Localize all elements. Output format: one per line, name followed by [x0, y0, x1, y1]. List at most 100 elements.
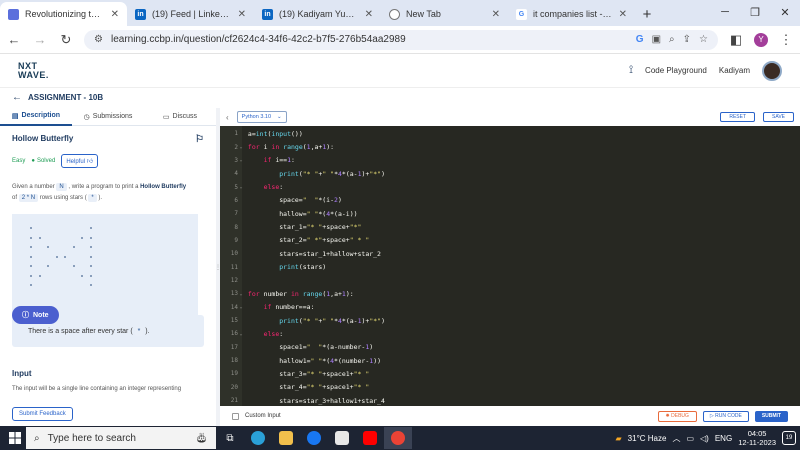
pattern-star [38, 274, 41, 277]
side-panel-icon[interactable]: ◧ [728, 32, 744, 48]
code-line[interactable]: 9 star_2=" *"+space+" * " [220, 234, 800, 247]
line-number: 19 [230, 370, 238, 378]
code-line[interactable]: 10 stars=star_1+hallow+star_2 [220, 247, 800, 260]
edge-icon[interactable] [244, 427, 272, 449]
code-line[interactable]: 2 ⌄ for i in range(1,a+1): [220, 140, 800, 153]
code-text: space=" "*(i-2) [244, 196, 342, 205]
language-select[interactable]: Python 3.10 ⌄ [236, 111, 287, 123]
browser-tab-ccbp[interactable]: Revolutionizing the Job M ✕ [0, 2, 127, 26]
code-line[interactable]: 18 hallow1=" "*(4*(number-1)) [220, 354, 800, 367]
code-line[interactable]: 20 star_4="* "+space1+"* " [220, 381, 800, 394]
search-highlight-icon: 🎂︎ [195, 432, 208, 444]
windows-start-icon[interactable] [4, 427, 26, 449]
menu-kebab-icon[interactable]: ⋮ [778, 32, 794, 48]
url-field[interactable]: ⚙ learning.ccbp.in/question/cf2624c4-34f… [84, 29, 718, 50]
submit-button[interactable]: SUBMIT [754, 410, 788, 422]
pattern-star [30, 265, 32, 267]
network-icon[interactable]: ▭ [686, 434, 694, 443]
taskbar-search-input[interactable]: ⌕ Type here to search 🎂︎ [26, 427, 216, 449]
code-text: stars=star_1+hallow+star_2 [244, 249, 381, 258]
close-icon[interactable]: ✕ [492, 9, 500, 20]
line-number: 18 [230, 357, 238, 365]
code-editor[interactable]: 1 a=int(input()) 2 ⌄ for i in range(1,a+1)… [220, 126, 800, 421]
facebook-icon[interactable] [300, 427, 328, 449]
code-text: star_1="* "+space+"*" [244, 223, 362, 232]
new-tab-button[interactable]: + [635, 2, 659, 26]
code-line[interactable]: 15 print("* "+" "*4*(a-1)+"*") [220, 314, 800, 327]
forward-icon[interactable]: → [32, 32, 48, 47]
chrome-taskbar-icon[interactable] [384, 427, 412, 449]
code-line[interactable]: 8 star_1="* "+space+"*" [220, 220, 800, 233]
browser-tab-google[interactable]: G it companies list - Google ✕ [508, 2, 635, 26]
pattern-star [30, 227, 32, 229]
youtube-icon[interactable] [356, 427, 384, 449]
site-info-icon[interactable]: ⚙ [94, 34, 103, 45]
zoom-icon[interactable]: ⌕ [669, 34, 675, 45]
linkedin-icon: in [135, 8, 146, 20]
share-icon[interactable]: ⇪ [683, 34, 691, 45]
line-number: 14 [230, 303, 238, 311]
code-line[interactable]: 19 star_3="* "+space1+"* " [220, 367, 800, 380]
rocket-icon[interactable]: ⟟ [629, 64, 633, 77]
tab-discuss[interactable]: ▭ Discuss [144, 108, 216, 126]
code-line[interactable]: 1 a=int(input()) [220, 127, 800, 140]
close-icon[interactable]: ✕ [111, 9, 119, 20]
browser-tab-linkedin-profile[interactable]: in (19) Kadiyam Yuvarakesh ✕ [254, 2, 381, 26]
back-icon[interactable]: ← [6, 32, 22, 47]
tab-title: it companies list - Google [533, 9, 613, 19]
tab-description[interactable]: ▤ Description [0, 108, 72, 126]
submit-feedback-button[interactable]: Submit Feedback [12, 407, 73, 421]
browser-tab-linkedin-feed[interactable]: in (19) Feed | LinkedIn ✕ [127, 2, 254, 26]
close-icon[interactable]: ✕ [238, 9, 246, 20]
assignment-bar: ← ASSIGNMENT - 10B [0, 88, 800, 106]
bookmark-star-icon[interactable]: ☆ [699, 34, 708, 45]
code-line[interactable]: 6 space=" "*(i-2) [220, 194, 800, 207]
minimize-icon[interactable]: ─ [710, 0, 740, 24]
code-line[interactable]: 5 ⌄ else: [220, 180, 800, 193]
translate-icon[interactable]: ▣ [652, 34, 661, 45]
volume-icon[interactable]: ◁) [700, 434, 709, 443]
user-avatar[interactable] [762, 60, 782, 81]
browser-tab-new-tab[interactable]: New Tab ✕ [381, 2, 508, 26]
profile-avatar[interactable]: Y [754, 32, 768, 47]
close-icon[interactable]: ✕ [365, 9, 373, 20]
maximize-icon[interactable]: ❐ [740, 0, 770, 24]
code-line[interactable]: 7 hallow=" "*(4*(a-i)) [220, 207, 800, 220]
store-icon[interactable] [328, 427, 356, 449]
tab-submissions[interactable]: ◷ Submissions [72, 108, 144, 126]
code-line[interactable]: 17 space1=" "*(a-number-1) [220, 341, 800, 354]
custom-input-label[interactable]: Custom Input [245, 413, 281, 419]
clock[interactable]: 04:05 12-11-2023 [738, 429, 776, 447]
chevron-up-icon[interactable]: ︿ [672, 433, 680, 444]
notification-icon[interactable]: 19 [782, 431, 796, 445]
pattern-star [89, 246, 92, 248]
close-window-icon[interactable]: ✕ [770, 0, 800, 24]
weather-icon[interactable]: ▰ [616, 434, 622, 443]
code-line[interactable]: 3 ⌄ if i==1: [220, 154, 800, 167]
code-line[interactable]: 16 ⌄ else: [220, 327, 800, 340]
reset-button[interactable]: RESET [720, 112, 756, 122]
code-text: for number in range(1,a+1): [247, 289, 354, 298]
custom-input-checkbox[interactable] [232, 412, 239, 420]
debug-button[interactable]: ✹ DEBUG [657, 410, 697, 422]
code-playground-link[interactable]: Code Playground [645, 66, 707, 75]
task-view-icon[interactable]: ⧉ [216, 427, 244, 449]
google-lens-icon[interactable]: G [636, 34, 644, 45]
close-icon[interactable]: ✕ [619, 9, 627, 20]
nxtwave-logo[interactable]: NXT WAVE. [18, 61, 49, 80]
code-line[interactable]: 4 print("* "+" "*4*(a-1)+"*") [220, 167, 800, 180]
reload-icon[interactable]: ↻ [58, 32, 74, 48]
bookmark-icon[interactable]: ⚐ [195, 134, 204, 145]
code-line[interactable]: 13 ⌄ for number in range(1,a+1): [220, 287, 800, 300]
file-explorer-icon[interactable] [272, 427, 300, 449]
code-line[interactable]: 14 ⌄ if number==a: [220, 301, 800, 314]
back-arrow-icon[interactable]: ← [12, 92, 22, 103]
save-button[interactable]: SAVE [763, 112, 794, 122]
helpful-button[interactable]: Helpful 👍︎ [61, 154, 98, 168]
run-code-button[interactable]: ▷ RUN CODE [702, 410, 749, 422]
collapse-panel-icon[interactable]: ‹ [226, 113, 229, 122]
language-indicator[interactable]: ENG [715, 434, 732, 443]
code-line[interactable]: 11 print(stars) [220, 261, 800, 274]
weather-text[interactable]: 31°C Haze [628, 434, 667, 443]
code-line[interactable]: 12 [220, 274, 800, 287]
